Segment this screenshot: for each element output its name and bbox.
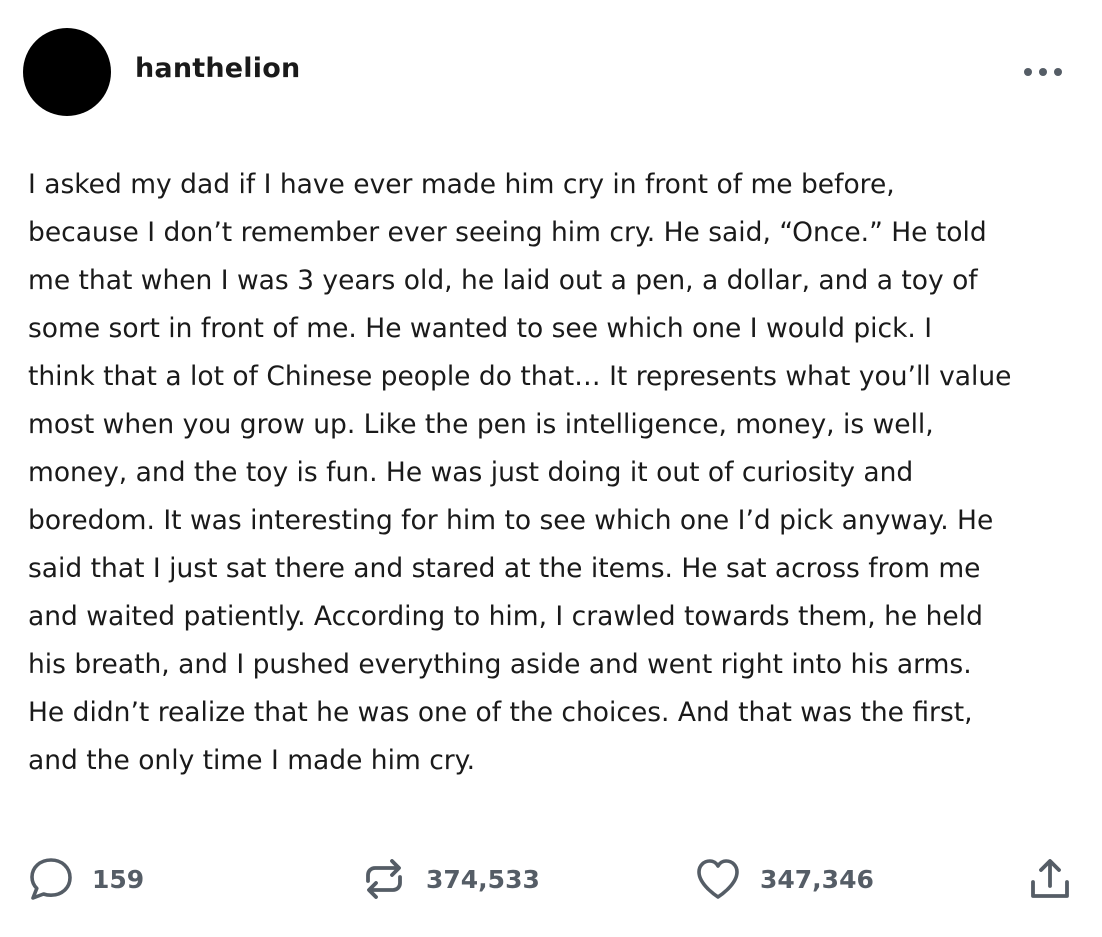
post-body-line: I asked my dad if I have ever made him c…: [28, 169, 895, 200]
post-body-line: and the only time I made him cry.: [28, 745, 475, 776]
comments-button[interactable]: 159: [28, 855, 144, 903]
post-body-line: money, and the toy is fun. He was just d…: [28, 457, 914, 488]
comment-bubble-icon: [30, 858, 72, 900]
like-button[interactable]: 347,346: [694, 855, 874, 903]
post-body: I asked my dad if I have ever made him c…: [28, 161, 1088, 785]
share-button[interactable]: [1027, 855, 1073, 903]
post-body-line: his breath, and I pushed everything asid…: [28, 649, 972, 680]
post-body-line: most when you grow up. Like the pen is i…: [28, 409, 934, 440]
more-options-button[interactable]: [1018, 56, 1068, 88]
post-body-line: He didn’t realize that he was one of the…: [28, 697, 973, 728]
reblogs-count: 374,533: [426, 864, 540, 894]
post-body-line: me that when I was 3 years old, he laid …: [28, 265, 978, 296]
post-body-line: said that I just sat there and stared at…: [28, 553, 981, 584]
post-card: hanthelion I asked my dad if I have ever…: [0, 0, 1102, 937]
avatar[interactable]: [23, 28, 111, 116]
post-body-line: and waited patiently. According to him, …: [28, 601, 983, 632]
post-body-line: think that a lot of Chinese people do th…: [28, 361, 1012, 392]
heart-icon: [697, 859, 739, 899]
post-body-line: some sort in front of me. He wanted to s…: [28, 313, 933, 344]
more-horizontal-icon: [1024, 68, 1062, 76]
username[interactable]: hanthelion: [135, 53, 300, 84]
reblog-icon: [366, 859, 402, 899]
post-body-line: because I don’t remember ever seeing him…: [28, 217, 987, 248]
post-body-line: boredom. It was interesting for him to s…: [28, 505, 994, 536]
reblog-button[interactable]: 374,533: [360, 855, 540, 903]
likes-count: 347,346: [760, 864, 874, 894]
share-icon: [1031, 859, 1069, 898]
comments-count: 159: [92, 864, 145, 894]
